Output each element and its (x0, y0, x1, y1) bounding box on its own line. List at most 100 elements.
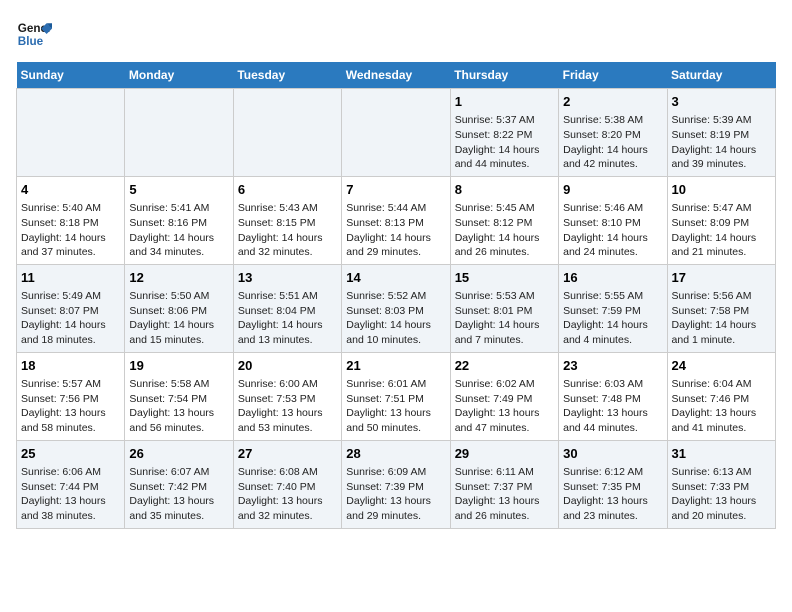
calendar-cell: 30 Sunrise: 6:12 AM Sunset: 7:35 PM Dayli… (559, 440, 667, 528)
day-number: 31 (672, 445, 771, 463)
calendar-cell: 17 Sunrise: 5:56 AM Sunset: 7:58 PM Dayli… (667, 264, 775, 352)
day-info: Sunrise: 5:49 AM Sunset: 8:07 PM Dayligh… (21, 289, 120, 348)
day-info: Sunrise: 5:45 AM Sunset: 8:12 PM Dayligh… (455, 201, 554, 260)
calendar-table: SundayMondayTuesdayWednesdayThursdayFrid… (16, 62, 776, 529)
day-info: Sunrise: 6:06 AM Sunset: 7:44 PM Dayligh… (21, 465, 120, 524)
day-number: 21 (346, 357, 445, 375)
day-header-sunday: Sunday (17, 62, 125, 89)
day-info: Sunrise: 5:57 AM Sunset: 7:56 PM Dayligh… (21, 377, 120, 436)
day-number: 24 (672, 357, 771, 375)
calendar-cell: 23Sunrise: 6:03 AM Sunset: 7:48 PM Dayli… (559, 352, 667, 440)
calendar-week-1: 1Sunrise: 5:37 AM Sunset: 8:22 PM Daylig… (17, 89, 776, 177)
calendar-cell: 20 Sunrise: 6:00 AM Sunset: 7:53 PM Dayli… (233, 352, 341, 440)
calendar-cell: 8 Sunrise: 5:45 AM Sunset: 8:12 PM Daylig… (450, 176, 558, 264)
calendar-cell: 6 Sunrise: 5:43 AM Sunset: 8:15 PM Daylig… (233, 176, 341, 264)
day-info: Sunrise: 6:09 AM Sunset: 7:39 PM Dayligh… (346, 465, 445, 524)
calendar-cell: 10Sunrise: 5:47 AM Sunset: 8:09 PM Dayli… (667, 176, 775, 264)
day-info: Sunrise: 5:56 AM Sunset: 7:58 PM Dayligh… (672, 289, 771, 348)
day-number: 15 (455, 269, 554, 287)
day-number: 7 (346, 181, 445, 199)
day-number: 17 (672, 269, 771, 287)
day-number: 8 (455, 181, 554, 199)
day-number: 13 (238, 269, 337, 287)
day-number: 18 (21, 357, 120, 375)
day-number: 19 (129, 357, 228, 375)
calendar-cell: 11 Sunrise: 5:49 AM Sunset: 8:07 PM Dayli… (17, 264, 125, 352)
calendar-week-2: 4 Sunrise: 5:40 AM Sunset: 8:18 PM Daylig… (17, 176, 776, 264)
day-number: 29 (455, 445, 554, 463)
calendar-cell: 18 Sunrise: 5:57 AM Sunset: 7:56 PM Dayli… (17, 352, 125, 440)
calendar-cell (233, 89, 341, 177)
calendar-body: 1Sunrise: 5:37 AM Sunset: 8:22 PM Daylig… (17, 89, 776, 529)
day-number: 30 (563, 445, 662, 463)
calendar-cell: 3 Sunrise: 5:39 AM Sunset: 8:19 PM Daylig… (667, 89, 775, 177)
day-info: Sunrise: 6:01 AM Sunset: 7:51 PM Dayligh… (346, 377, 445, 436)
calendar-cell: 19 Sunrise: 5:58 AM Sunset: 7:54 PM Dayli… (125, 352, 233, 440)
day-number: 14 (346, 269, 445, 287)
day-number: 9 (563, 181, 662, 199)
page-header: General Blue (16, 16, 776, 52)
day-number: 25 (21, 445, 120, 463)
calendar-cell: 5 Sunrise: 5:41 AM Sunset: 8:16 PM Daylig… (125, 176, 233, 264)
day-info: Sunrise: 6:07 AM Sunset: 7:42 PM Dayligh… (129, 465, 228, 524)
day-info: Sunrise: 6:13 AM Sunset: 7:33 PM Dayligh… (672, 465, 771, 524)
day-info: Sunrise: 5:43 AM Sunset: 8:15 PM Dayligh… (238, 201, 337, 260)
calendar-cell: 9 Sunrise: 5:46 AM Sunset: 8:10 PM Daylig… (559, 176, 667, 264)
calendar-cell: 21 Sunrise: 6:01 AM Sunset: 7:51 PM Dayli… (342, 352, 450, 440)
day-info: Sunrise: 5:51 AM Sunset: 8:04 PM Dayligh… (238, 289, 337, 348)
day-number: 5 (129, 181, 228, 199)
svg-text:Blue: Blue (18, 35, 44, 48)
day-number: 16 (563, 269, 662, 287)
calendar-cell: 14 Sunrise: 5:52 AM Sunset: 8:03 PM Dayli… (342, 264, 450, 352)
day-info: Sunrise: 6:12 AM Sunset: 7:35 PM Dayligh… (563, 465, 662, 524)
logo-icon: General Blue (16, 16, 52, 52)
calendar-cell: 28Sunrise: 6:09 AM Sunset: 7:39 PM Dayli… (342, 440, 450, 528)
calendar-cell: 22 Sunrise: 6:02 AM Sunset: 7:49 PM Dayli… (450, 352, 558, 440)
calendar-cell: 13 Sunrise: 5:51 AM Sunset: 8:04 PM Dayli… (233, 264, 341, 352)
day-header-friday: Friday (559, 62, 667, 89)
day-info: Sunrise: 6:00 AM Sunset: 7:53 PM Dayligh… (238, 377, 337, 436)
day-info: Sunrise: 6:02 AM Sunset: 7:49 PM Dayligh… (455, 377, 554, 436)
day-number: 27 (238, 445, 337, 463)
day-info: Sunrise: 5:52 AM Sunset: 8:03 PM Dayligh… (346, 289, 445, 348)
day-number: 11 (21, 269, 120, 287)
day-info: Sunrise: 5:39 AM Sunset: 8:19 PM Dayligh… (672, 113, 771, 172)
calendar-cell: 24 Sunrise: 6:04 AM Sunset: 7:46 PM Dayli… (667, 352, 775, 440)
calendar-cell: 4 Sunrise: 5:40 AM Sunset: 8:18 PM Daylig… (17, 176, 125, 264)
calendar-header-row: SundayMondayTuesdayWednesdayThursdayFrid… (17, 62, 776, 89)
calendar-cell: 26 Sunrise: 6:07 AM Sunset: 7:42 PM Dayli… (125, 440, 233, 528)
calendar-cell: 16Sunrise: 5:55 AM Sunset: 7:59 PM Dayli… (559, 264, 667, 352)
calendar-week-3: 11 Sunrise: 5:49 AM Sunset: 8:07 PM Dayli… (17, 264, 776, 352)
day-info: Sunrise: 5:46 AM Sunset: 8:10 PM Dayligh… (563, 201, 662, 260)
day-header-tuesday: Tuesday (233, 62, 341, 89)
day-info: Sunrise: 5:44 AM Sunset: 8:13 PM Dayligh… (346, 201, 445, 260)
calendar-cell (125, 89, 233, 177)
calendar-week-4: 18 Sunrise: 5:57 AM Sunset: 7:56 PM Dayli… (17, 352, 776, 440)
day-number: 22 (455, 357, 554, 375)
day-header-thursday: Thursday (450, 62, 558, 89)
day-info: Sunrise: 6:11 AM Sunset: 7:37 PM Dayligh… (455, 465, 554, 524)
day-number: 12 (129, 269, 228, 287)
calendar-cell: 2Sunrise: 5:38 AM Sunset: 8:20 PM Daylig… (559, 89, 667, 177)
day-header-wednesday: Wednesday (342, 62, 450, 89)
day-info: Sunrise: 6:08 AM Sunset: 7:40 PM Dayligh… (238, 465, 337, 524)
day-info: Sunrise: 6:03 AM Sunset: 7:48 PM Dayligh… (563, 377, 662, 436)
day-header-monday: Monday (125, 62, 233, 89)
calendar-cell: 29 Sunrise: 6:11 AM Sunset: 7:37 PM Dayli… (450, 440, 558, 528)
day-number: 1 (455, 93, 554, 111)
calendar-cell (342, 89, 450, 177)
day-info: Sunrise: 5:58 AM Sunset: 7:54 PM Dayligh… (129, 377, 228, 436)
day-number: 4 (21, 181, 120, 199)
day-info: Sunrise: 5:41 AM Sunset: 8:16 PM Dayligh… (129, 201, 228, 260)
calendar-cell: 7 Sunrise: 5:44 AM Sunset: 8:13 PM Daylig… (342, 176, 450, 264)
day-number: 3 (672, 93, 771, 111)
day-number: 26 (129, 445, 228, 463)
calendar-cell: 1Sunrise: 5:37 AM Sunset: 8:22 PM Daylig… (450, 89, 558, 177)
day-number: 20 (238, 357, 337, 375)
calendar-cell: 15Sunrise: 5:53 AM Sunset: 8:01 PM Dayli… (450, 264, 558, 352)
logo: General Blue (16, 16, 58, 52)
day-info: Sunrise: 6:04 AM Sunset: 7:46 PM Dayligh… (672, 377, 771, 436)
day-info: Sunrise: 5:40 AM Sunset: 8:18 PM Dayligh… (21, 201, 120, 260)
calendar-cell: 31 Sunrise: 6:13 AM Sunset: 7:33 PM Dayli… (667, 440, 775, 528)
day-number: 6 (238, 181, 337, 199)
